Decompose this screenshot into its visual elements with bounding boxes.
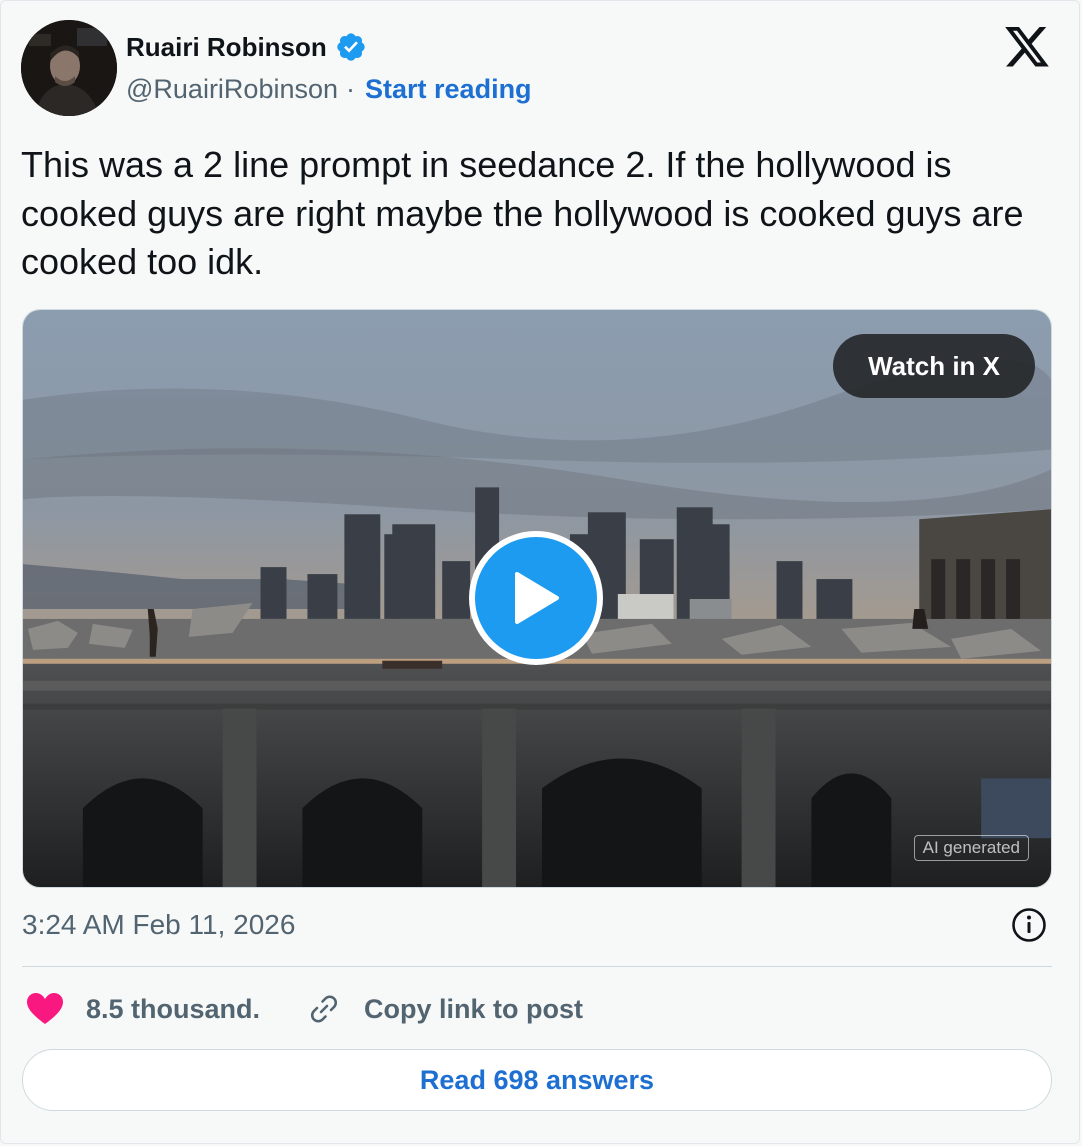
author-avatar[interactable] <box>21 20 117 116</box>
start-reading-link[interactable]: Start reading <box>365 74 532 105</box>
separator-dot: · <box>346 74 356 104</box>
author-handle[interactable]: @RuairiRobinson <box>126 74 338 105</box>
x-logo-icon[interactable] <box>1004 27 1050 67</box>
copy-link-button[interactable]: Copy link to post <box>306 991 583 1027</box>
verified-badge-icon <box>337 33 365 61</box>
heart-icon <box>27 993 63 1024</box>
copy-link-label: Copy link to post <box>364 993 584 1024</box>
watch-in-x-button[interactable]: Watch in X <box>833 334 1035 398</box>
play-icon <box>515 572 559 624</box>
post-timestamp[interactable]: 3:24 AM Feb 11, 2026 <box>22 909 295 941</box>
author-name[interactable]: Ruairi Robinson <box>126 32 327 63</box>
embedded-post-card: Ruairi Robinson @RuairiRobinson · Start … <box>0 0 1080 1144</box>
video-player[interactable]: Watch in X AI generated <box>22 309 1052 888</box>
play-button[interactable] <box>469 531 603 665</box>
author-name-row: Ruairi Robinson <box>126 31 367 63</box>
like-button[interactable]: 8.5 thousand. <box>26 992 260 1026</box>
info-icon[interactable] <box>1011 907 1047 943</box>
author-handle-row: @RuairiRobinson · Start reading <box>126 74 532 105</box>
link-icon <box>311 995 338 1023</box>
divider <box>22 966 1052 967</box>
post-actions: 8.5 thousand. Copy link to post <box>26 989 583 1029</box>
read-replies-button[interactable]: Read 698 answers <box>22 1049 1052 1111</box>
post-text: This was a 2 line prompt in seedance 2. … <box>21 144 1024 282</box>
like-count: 8.5 thousand. <box>86 993 261 1024</box>
ai-generated-badge: AI generated <box>913 835 1029 861</box>
